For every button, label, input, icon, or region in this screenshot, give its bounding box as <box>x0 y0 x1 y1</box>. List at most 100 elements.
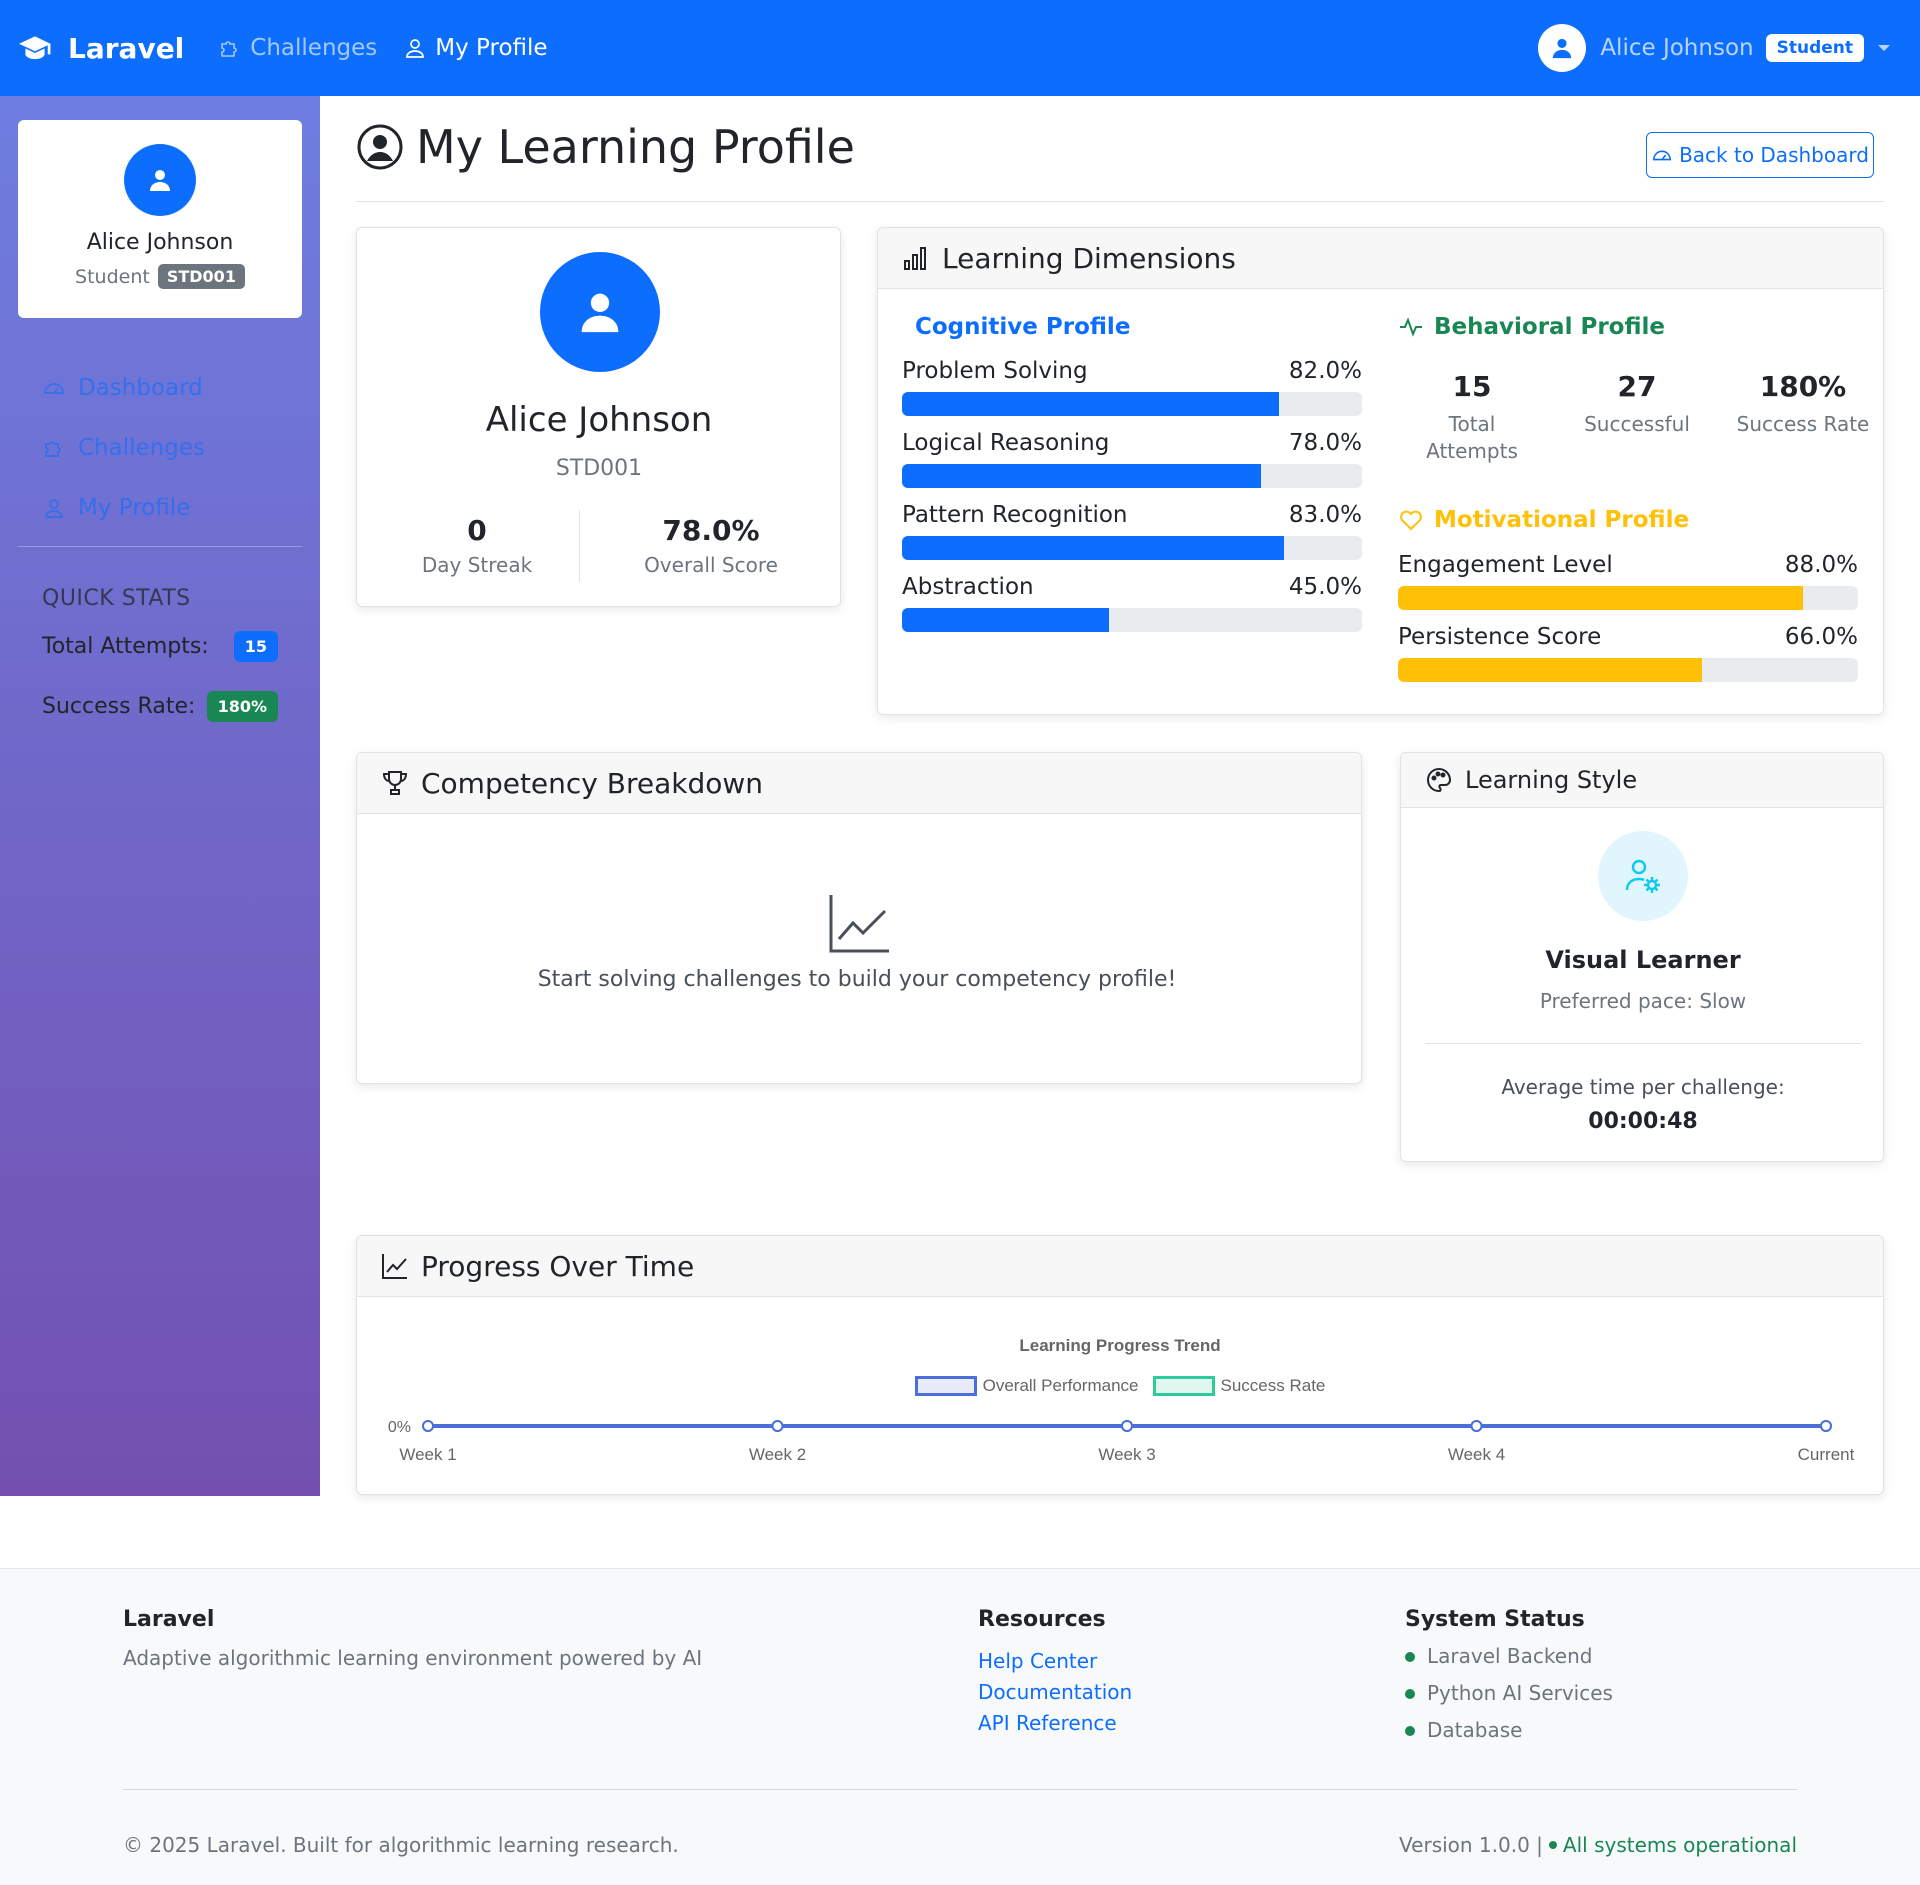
stat-label: Successful <box>1584 412 1690 436</box>
student-id-badge: STD001 <box>157 264 245 289</box>
divider <box>123 1789 1797 1790</box>
preferred-pace: Preferred pace: Slow <box>1539 989 1747 1013</box>
stat-value: 180% <box>1759 370 1847 403</box>
progress-track <box>1398 658 1858 682</box>
stat-value: 15 <box>1452 370 1492 403</box>
card-header: Learning Dimensions <box>878 228 1883 289</box>
average-time-label: Average time per challenge: <box>1501 1075 1785 1099</box>
progress-fill <box>902 608 1109 632</box>
data-point <box>1121 1420 1133 1432</box>
status-dot-icon <box>1405 1651 1415 1662</box>
progress-track <box>902 464 1362 488</box>
progress-fill <box>902 392 1280 416</box>
sidebar-user-name: Alice Johnson <box>86 230 234 255</box>
data-point <box>1820 1420 1832 1432</box>
stat-label: Day Streak <box>421 553 533 577</box>
status-label: Python AI Services <box>1427 1681 1613 1705</box>
day-streak-stat: 0 Day Streak <box>377 514 577 577</box>
user-menu-toggle[interactable]: Alice Johnson Student <box>1538 24 1890 72</box>
nav-link-challenges[interactable]: Challenges <box>218 35 377 61</box>
x-tick-label: Week 2 <box>749 1445 806 1464</box>
progress-fill <box>1398 586 1803 610</box>
puzzle-icon <box>221 41 238 57</box>
page-header: My Learning Profile Back to Dashboard <box>356 120 1884 202</box>
avatar <box>1538 24 1587 72</box>
quick-stat-badge: 15 <box>233 631 278 662</box>
stat-value: 0 <box>467 514 487 547</box>
sidebar-item-label: Challenges <box>78 435 205 461</box>
card-title: Learning Dimensions <box>942 241 1236 275</box>
x-tick-label: Week 3 <box>1098 1445 1155 1464</box>
profile-summary-card: Alice Johnson STD001 0 Day Streak 78.0% … <box>356 227 841 607</box>
heart-icon <box>1400 510 1422 531</box>
footer-version: Version 1.0.0 | All systems operational <box>1399 1833 1797 1857</box>
behavior-stat-success-rate: 180% Success Rate <box>1723 370 1883 438</box>
footer-link-documentation[interactable]: Documentation <box>978 1677 1132 1708</box>
quick-stat-label: Total Attempts: <box>42 634 209 659</box>
quick-stat-label: Success Rate: <box>42 694 196 719</box>
behavior-stat-total-attempts: 15 Total Attempts <box>1392 370 1552 465</box>
quick-stats-title: QUICK STATS <box>42 586 191 611</box>
metric-label: Logical Reasoning <box>902 430 1110 456</box>
progress-fill <box>902 464 1261 488</box>
footer-link-api-reference[interactable]: API Reference <box>978 1708 1132 1739</box>
nav-link-my-profile[interactable]: My Profile <box>403 35 548 61</box>
bar-chart-icon <box>904 247 926 270</box>
stat-label: Overall Score <box>644 553 778 577</box>
quick-stat-badge: 180% <box>206 691 278 722</box>
metric-label: Engagement Level <box>1398 552 1613 578</box>
metric-value: 82.0% <box>1288 358 1362 384</box>
x-tick-label: Current <box>1798 1445 1855 1464</box>
person-fill-icon <box>150 170 170 191</box>
footer-brand: Laravel <box>123 1607 215 1632</box>
behavioral-profile-title: Behavioral Profile <box>1398 314 1665 340</box>
behavior-stat-successful: 27 Successful <box>1557 370 1717 438</box>
profile-name: Alice Johnson <box>485 400 713 440</box>
x-tick-label: Week 4 <box>1448 1445 1505 1464</box>
person-icon <box>45 499 63 518</box>
card-title: Learning Style <box>1465 766 1638 794</box>
sidebar-item-my-profile[interactable]: My Profile <box>42 478 205 538</box>
quick-stat-success-rate: Success Rate: 180% <box>42 691 278 722</box>
section-title-text: Behavioral Profile <box>1434 314 1665 340</box>
metric-value: 78.0% <box>1288 430 1362 456</box>
sidebar: Alice Johnson Student STD001 Dashboard C… <box>0 96 320 1496</box>
progress-track <box>902 392 1362 416</box>
activity-icon <box>1400 317 1422 337</box>
divider <box>579 510 580 582</box>
role-label: Student <box>75 265 150 288</box>
sidebar-item-challenges[interactable]: Challenges <box>42 418 205 478</box>
footer-status-title: System Status <box>1405 1607 1585 1632</box>
data-point <box>1470 1420 1483 1432</box>
status-dot-icon <box>1405 1688 1415 1699</box>
footer-copyright: © 2025 Laravel. Built for algorithmic le… <box>123 1833 679 1857</box>
stat-value: 27 <box>1617 370 1657 403</box>
footer-about: Laravel Adaptive algorithmic learning en… <box>123 1607 702 1670</box>
footer: Laravel Adaptive algorithmic learning en… <box>0 1568 1920 1885</box>
role-badge: Student <box>1765 34 1864 62</box>
brand-name: Laravel <box>68 31 185 65</box>
metric-label: Abstraction <box>902 574 1034 600</box>
motivational-profile-title: Motivational Profile <box>1398 507 1689 533</box>
sidebar-nav: Dashboard Challenges My Profile <box>42 358 205 538</box>
progress-fill <box>1398 658 1702 682</box>
sidebar-item-label: Dashboard <box>78 375 203 401</box>
chevron-down-icon <box>1878 45 1890 51</box>
metric-value: 45.0% <box>1288 574 1362 600</box>
graduation-cap-icon <box>19 36 51 60</box>
back-to-dashboard-button[interactable]: Back to Dashboard <box>1646 132 1874 178</box>
sidebar-item-dashboard[interactable]: Dashboard <box>42 358 205 418</box>
brand-link[interactable]: Laravel <box>18 31 184 65</box>
metric-pattern-recognition: Pattern Recognition 83.0% <box>902 502 1362 560</box>
metric-value: 83.0% <box>1288 502 1362 528</box>
avatar <box>124 144 196 216</box>
metric-abstraction: Abstraction 45.0% <box>902 574 1362 632</box>
status-label: Laravel Backend <box>1427 1644 1593 1668</box>
status-label: Database <box>1427 1718 1523 1742</box>
back-button-label: Back to Dashboard <box>1679 143 1869 167</box>
card-header: Learning Style <box>1401 753 1883 808</box>
sidebar-profile-card: Alice Johnson Student STD001 <box>18 120 302 318</box>
footer-link-help-center[interactable]: Help Center <box>978 1646 1132 1677</box>
trophy-icon <box>382 771 408 795</box>
sidebar-item-label: My Profile <box>78 495 191 521</box>
